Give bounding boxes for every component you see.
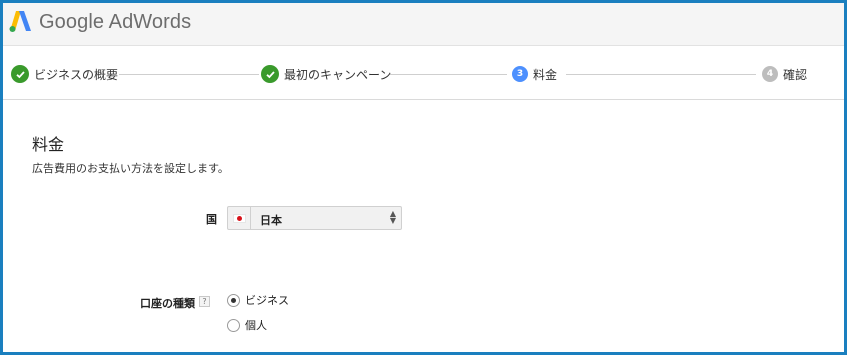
flag-box <box>228 207 251 229</box>
page-title: 料金 <box>32 135 65 154</box>
billing-form: 料金 広告費用のお支払い方法を設定します。 国 日本 ▲ ▼ 口座の種類 ? ビジ… <box>3 101 844 352</box>
header-bar: Google AdWords <box>3 3 844 46</box>
step-billing[interactable]: 3 料金 <box>512 64 557 84</box>
step-review[interactable]: 4 確認 <box>762 64 807 84</box>
updown-arrows-icon: ▲ ▼ <box>389 209 396 225</box>
step-label: 最初のキャンペーン <box>284 67 392 82</box>
step-first-campaign[interactable]: 最初のキャンペーン <box>261 64 391 84</box>
step-connector <box>119 74 259 75</box>
radio-label: 個人 <box>245 319 267 332</box>
japan-flag-icon <box>232 213 246 223</box>
country-select[interactable]: 日本 ▲ ▼ <box>227 206 402 230</box>
step-connector <box>566 74 756 75</box>
checkmark-icon <box>261 65 279 83</box>
help-icon[interactable]: ? <box>199 296 210 307</box>
account-type-label: 口座の種類 <box>140 297 195 310</box>
product-name: Google AdWords <box>39 11 192 33</box>
page-description: 広告費用のお支払い方法を設定します。 <box>32 162 229 175</box>
app-window: Google AdWords ビジネスの概要 最初のキャンペーン 3 料金 4 … <box>3 3 844 352</box>
radio-button[interactable] <box>227 318 240 332</box>
radio-business[interactable]: ビジネス <box>227 291 289 309</box>
radio-label: ビジネス <box>245 294 289 307</box>
adwords-logo-icon <box>9 11 31 32</box>
country-select-value: 日本 <box>260 214 282 227</box>
step-label: 確認 <box>783 67 808 82</box>
step-business-overview[interactable]: ビジネスの概要 <box>11 64 118 84</box>
step-number-badge: 4 <box>762 66 778 82</box>
radio-button-checked[interactable] <box>227 293 240 307</box>
step-connector <box>390 74 507 75</box>
progress-stepper: ビジネスの概要 最初のキャンペーン 3 料金 4 確認 <box>3 47 844 100</box>
step-number-badge: 3 <box>512 66 528 82</box>
radio-individual[interactable]: 個人 <box>227 316 267 334</box>
country-label: 国 <box>206 213 217 226</box>
step-label: 料金 <box>533 67 558 82</box>
checkmark-icon <box>11 65 29 83</box>
step-label: ビジネスの概要 <box>34 67 119 82</box>
